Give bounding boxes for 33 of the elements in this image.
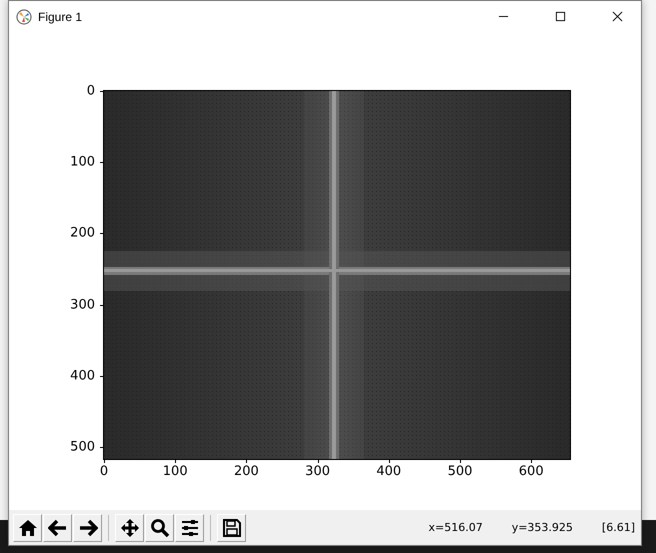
close-icon[interactable] xyxy=(612,11,623,22)
right-arrow-icon xyxy=(78,518,98,538)
x-tick-label: 600 xyxy=(518,465,544,478)
y-tick-label: 400 xyxy=(70,369,95,382)
pan-button[interactable] xyxy=(115,514,144,542)
y-tick-label: 500 xyxy=(70,440,95,454)
sliders-icon xyxy=(180,518,200,538)
x-tick-label: 500 xyxy=(448,465,472,478)
status-text: x=516.07 xyxy=(428,521,483,534)
y-tick-label: 0 xyxy=(86,84,95,98)
maximize-icon[interactable] xyxy=(555,11,566,22)
status-text: [6.61] xyxy=(602,521,635,534)
y-tick-label: 300 xyxy=(70,298,95,312)
move-icon xyxy=(120,518,140,538)
home-button[interactable] xyxy=(13,514,42,542)
status-text: y=353.925 xyxy=(512,521,573,534)
left-arrow-icon xyxy=(48,518,68,538)
zoom-button[interactable] xyxy=(145,514,174,542)
y-tick-label: 200 xyxy=(70,226,95,240)
x-tick-label: 100 xyxy=(162,465,188,478)
window-title: Figure 1 xyxy=(38,10,82,24)
home-icon xyxy=(18,518,38,538)
x-tick-label: 300 xyxy=(305,465,330,478)
x-tick-label: 400 xyxy=(376,465,402,478)
search-icon xyxy=(150,518,170,538)
configure-button[interactable] xyxy=(175,514,204,542)
forward-button[interactable] xyxy=(73,514,102,542)
app-icon xyxy=(16,8,32,24)
save-button[interactable] xyxy=(217,514,246,542)
x-tick-label: 200 xyxy=(234,465,259,478)
y-tick-label: 100 xyxy=(70,156,95,169)
back-button[interactable] xyxy=(43,514,72,542)
x-tick-label: 0 xyxy=(100,465,108,478)
